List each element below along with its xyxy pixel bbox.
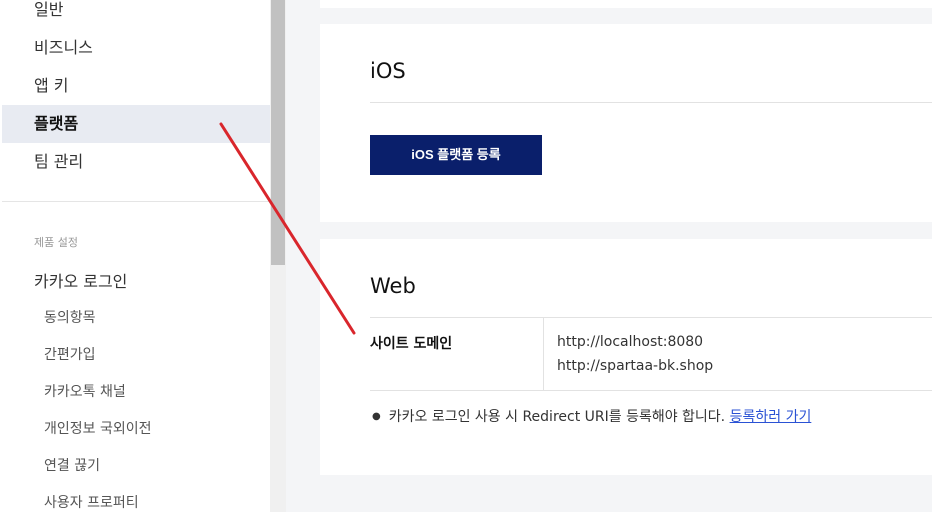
sidebar-item-general[interactable]: 일반 xyxy=(2,0,270,29)
sidebar: 일반 비즈니스 앱 키 플랫폼 팀 관리 제품 설정 카카오 로그인 동의항목 … xyxy=(0,0,270,512)
site-domain-label: 사이트 도메인 xyxy=(370,336,453,352)
domain-table-column-divider xyxy=(543,318,544,390)
ios-section-title: iOS xyxy=(370,59,406,83)
sidebar-item-business[interactable]: 비즈니스 xyxy=(2,29,270,67)
sidebar-item-kakao-login[interactable]: 카카오 로그인 xyxy=(34,268,127,292)
sidebar-item-platform[interactable]: 플랫폼 xyxy=(2,105,270,143)
sidebar-subitem-unlink[interactable]: 연결 끊기 xyxy=(44,455,100,475)
web-platform-card: Web 사이트 도메인 http://localhost:8080 http:/… xyxy=(320,239,932,475)
register-redirect-uri-link[interactable]: 등록하러 가기 xyxy=(730,409,812,425)
site-domain-value: http://spartaa-bk.shop xyxy=(557,358,714,374)
domain-table-top-border xyxy=(370,317,932,318)
domain-table-bottom-border xyxy=(370,390,932,391)
sidebar-subitem-user-property[interactable]: 사용자 프로퍼티 xyxy=(44,492,139,512)
sidebar-subitem-overseas-transfer[interactable]: 개인정보 국외이전 xyxy=(44,418,152,438)
sidebar-subitem-consent[interactable]: 동의항목 xyxy=(44,307,96,327)
ios-title-divider xyxy=(370,102,932,103)
bullet-icon: ● xyxy=(372,411,381,422)
web-section-title: Web xyxy=(370,274,416,298)
redirect-uri-note-text: 카카오 로그인 사용 시 Redirect URI를 등록해야 합니다. xyxy=(388,409,726,425)
redirect-uri-note: ● 카카오 로그인 사용 시 Redirect URI를 등록해야 합니다. 등록… xyxy=(372,406,811,426)
sidebar-item-app-key[interactable]: 앱 키 xyxy=(2,67,270,105)
site-domain-value: http://localhost:8080 xyxy=(557,334,704,350)
sidebar-subitem-kakaotalk-channel[interactable]: 카카오톡 채널 xyxy=(44,381,126,401)
sidebar-item-team[interactable]: 팀 관리 xyxy=(2,143,270,181)
sidebar-divider xyxy=(2,201,270,202)
register-ios-platform-button[interactable]: iOS 플랫폼 등록 xyxy=(370,135,542,175)
product-section-label: 제품 설정 xyxy=(34,236,78,249)
ios-platform-card: iOS iOS 플랫폼 등록 xyxy=(320,24,932,222)
sidebar-subitem-simple-signup[interactable]: 간편가입 xyxy=(44,344,96,364)
sidebar-scrollbar-thumb[interactable] xyxy=(271,0,285,265)
previous-section-card xyxy=(320,0,932,8)
